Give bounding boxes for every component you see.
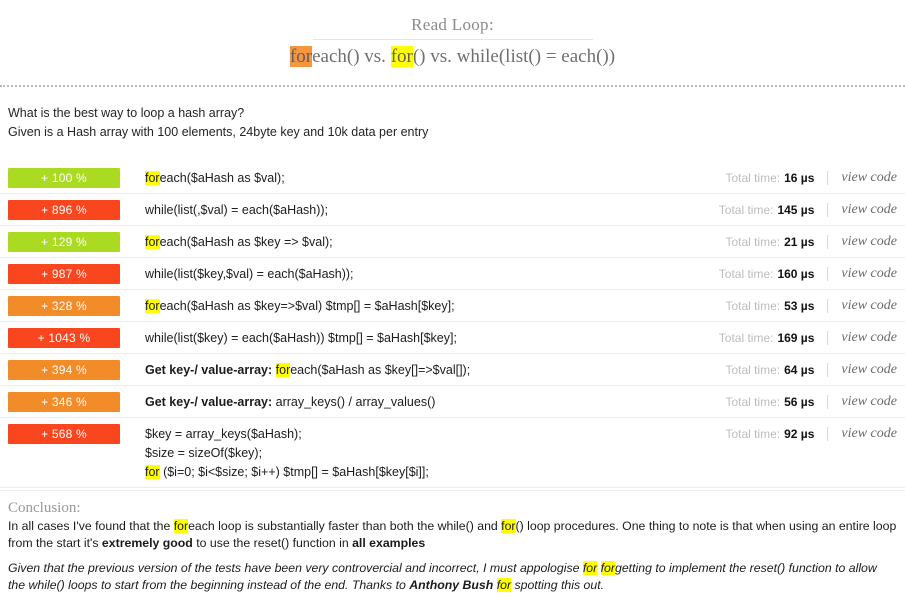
percent-badge: + 100 % [8,168,120,188]
code-snippet: foreach($aHash as $val); [145,171,285,185]
row-meta: Total time: 160 µs view code [719,264,897,282]
conclusion-title: Conclusion: [8,500,81,516]
percent-badge: + 987 % [8,264,120,284]
total-time-value: 16 µs [784,171,815,185]
view-code-link[interactable]: view code [841,266,897,282]
row-meta: Total time: 169 µs view code [719,328,897,346]
results-table: + 100 % foreach($aHash as $val); Total tim… [0,162,905,488]
code-snippet: while(list(,$val) = each($aHash)); [145,203,329,217]
view-code-link[interactable]: view code [841,298,897,314]
header-divider [312,39,593,40]
meta-separator [827,395,829,409]
meta-separator [827,427,829,441]
read-loop-benchmark-page: Read Loop: foreach() vs. for() vs. while… [0,0,905,596]
code-snippet: $key = array_keys($aHash); $size = sizeOf… [145,427,429,479]
percent-badge: + 394 % [8,360,120,380]
page-header: Read Loop: foreach() vs. for() vs. while… [0,0,905,70]
total-time-value: 92 µs [784,427,815,441]
row-meta: Total time: 92 µs view code [725,424,897,442]
page-title: Read Loop: [411,15,494,34]
row-meta: Total time: 53 µs view code [725,296,897,314]
table-row: + 328 % foreach($aHash as $key=>$val) $tm… [0,290,905,322]
table-row: + 987 % while(list($key,$val) = each($aHa… [0,258,905,290]
row-meta: Total time: 56 µs view code [725,392,897,410]
code-snippet: Get key-/ value-array: foreach($aHash as… [145,363,471,377]
conclusion-note: Given that the previous version of the t… [8,561,877,592]
percent-badge: + 568 % [8,424,120,444]
total-time-label: Total time: [725,235,781,249]
table-row: + 394 % Get key-/ value-array: foreach($a… [0,354,905,386]
total-time-label: Total time: [725,395,781,409]
intro-line-1: What is the best way to loop a hash arra… [8,106,245,120]
percent-badge: + 328 % [8,296,120,316]
meta-separator [827,299,829,313]
total-time-label: Total time: [725,171,781,185]
view-code-link[interactable]: view code [841,362,897,378]
total-time-value: 169 µs [777,331,815,345]
intro-text: What is the best way to loop a hash arra… [8,104,428,142]
percent-badge: + 1043 % [8,328,120,348]
table-row: + 896 % while(list(,$val) = each($aHash))… [0,194,905,226]
total-time-label: Total time: [725,363,781,377]
code-snippet: while(list($key) = each($aHash)) $tmp[] … [145,331,457,345]
conclusion-section: Conclusion: In all cases I've found that… [0,490,905,594]
view-code-link[interactable]: view code [841,170,897,186]
top-dotted-divider [0,85,905,87]
percent-badge: + 896 % [8,200,120,220]
percent-badge: + 346 % [8,392,120,412]
total-time-value: 145 µs [777,203,815,217]
code-snippet: while(list($key,$val) = each($aHash)); [145,267,354,281]
page-subtitle: foreach() vs. for() vs. while(list() = e… [0,44,905,70]
row-meta: Total time: 16 µs view code [725,168,897,186]
total-time-label: Total time: [725,427,781,441]
total-time-value: 56 µs [784,395,815,409]
view-code-link[interactable]: view code [841,202,897,218]
row-meta: Total time: 21 µs view code [725,232,897,250]
intro-line-2: Given is a Hash array with 100 elements,… [8,125,429,139]
code-snippet: foreach($aHash as $key => $val); [145,235,333,249]
meta-separator [827,171,829,185]
meta-separator [827,331,829,345]
conclusion-divider [0,490,905,491]
table-row: + 346 % Get key-/ value-array: array_keys… [0,386,905,418]
total-time-value: 64 µs [784,363,815,377]
conclusion-body: In all cases I've found that the foreach… [8,519,897,550]
meta-separator [827,363,829,377]
total-time-label: Total time: [718,331,774,345]
table-row: + 129 % foreach($aHash as $key => $val); T… [0,226,905,258]
code-snippet: Get key-/ value-array: array_keys() / ar… [145,395,436,409]
row-meta: Total time: 145 µs view code [719,200,897,218]
view-code-link[interactable]: view code [841,330,897,346]
total-time-label: Total time: [725,299,781,313]
view-code-link[interactable]: view code [841,426,897,442]
total-time-value: 21 µs [784,235,815,249]
view-code-link[interactable]: view code [841,234,897,250]
subtitle-part-0: for [289,46,313,67]
table-row: + 100 % foreach($aHash as $val); Total tim… [0,162,905,194]
total-time-label: Total time: [718,203,774,217]
code-snippet: foreach($aHash as $key=>$val) $tmp[] = $… [145,299,455,313]
table-row: + 1043 % while(list($key) = each($aHash))… [0,322,905,354]
total-time-value: 53 µs [784,299,815,313]
subtitle-part-2: for [390,46,413,67]
total-time-label: Total time: [718,267,774,281]
meta-separator [827,203,829,217]
total-time-value: 160 µs [777,267,815,281]
percent-badge: + 129 % [8,232,120,252]
row-meta: Total time: 64 µs view code [725,360,897,378]
subtitle-part-1: each() vs. [312,46,391,67]
meta-separator [827,235,829,249]
table-row: + 568 % $key = array_keys($aHash); $size =… [0,418,905,488]
subtitle-part-3: () vs. while(list() = each()) [412,46,616,67]
meta-separator [827,267,829,281]
view-code-link[interactable]: view code [841,394,897,410]
